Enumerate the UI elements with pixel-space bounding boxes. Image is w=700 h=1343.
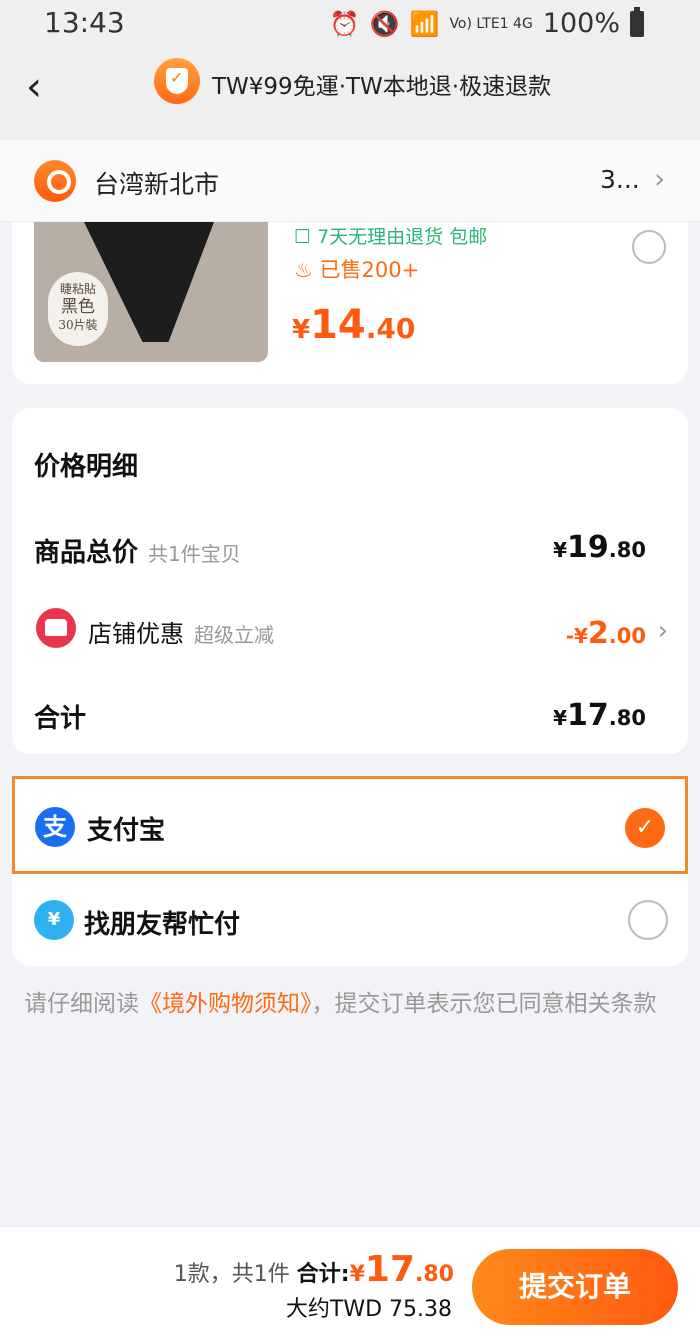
- shield-check-icon: [154, 58, 200, 104]
- product-select-radio[interactable]: [632, 230, 666, 264]
- badge-line: 睫粘貼: [59, 282, 96, 296]
- subtotal-label: 商品总价 共1件宝贝: [34, 532, 241, 569]
- purchase-notice: 请仔细阅读《境外购物须知》，提交订单表示您已同意相关条款: [24, 984, 676, 1024]
- overseas-notice-link[interactable]: 《境外购物须知》: [139, 991, 312, 1017]
- network-indicator: Vo) LTE1 4G: [449, 15, 533, 32]
- location-pin-icon: [34, 160, 76, 202]
- price-decimal: .40: [365, 312, 416, 345]
- promo-text: ☐ 7天无理由退货 包邮: [294, 226, 488, 248]
- amount-integer: 2: [587, 616, 609, 651]
- total-amount: ¥17.80: [553, 698, 646, 733]
- product-image[interactable]: 睫粘貼 黑色 30片裝: [34, 222, 268, 362]
- alarm-icon: ⏰: [329, 9, 360, 38]
- battery-icon: [630, 6, 644, 37]
- amount-symbol: ¥: [553, 538, 568, 562]
- footer-total-label: 合计:: [296, 1262, 350, 1287]
- amount-symbol: ¥: [553, 706, 568, 730]
- total-label: 合计: [34, 704, 87, 734]
- friend-pay-icon: ¥: [34, 900, 74, 940]
- sold-label: 已售200+: [319, 258, 420, 282]
- notice-suffix: ，提交订单表示您已同意相关条款: [311, 991, 657, 1017]
- product-card: 睫粘貼 黑色 30片裝 ☐ 7天无理由退货 包邮 ♨ 已售200+ ¥14.40: [12, 222, 688, 384]
- section-title: 价格明细: [34, 452, 139, 482]
- friend-pay-label[interactable]: 找朋友帮忙付: [84, 904, 240, 941]
- store-discount-amount[interactable]: -¥2.00: [566, 616, 646, 651]
- chevron-right-icon: ›: [654, 162, 666, 195]
- product-image-badge: 睫粘貼 黑色 30片裝: [48, 272, 108, 346]
- page-title: TW¥99免運·TW本地退·极速退款: [212, 74, 552, 100]
- payment-methods-card: 支 支付宝 ✓ ¥ 找朋友帮忙付: [12, 776, 688, 966]
- sold-count: ♨ 已售200+: [294, 258, 420, 282]
- back-button[interactable]: ‹: [26, 64, 42, 110]
- status-time: 13:43: [44, 6, 125, 39]
- order-summary: 1款，共1件 合计:¥17.80: [174, 1249, 454, 1290]
- amount-symbol: ¥: [349, 1262, 365, 1287]
- battery-percent: 100%: [542, 8, 620, 39]
- price-integer: 14: [310, 302, 366, 348]
- checkout-bar: 1款，共1件 合计:¥17.80 大约TWD 75.38 提交订单: [0, 1226, 700, 1343]
- footer-total-amount: ¥17.80: [349, 1249, 454, 1290]
- notice-prefix: 请仔细阅读: [24, 991, 139, 1017]
- alipay-label: 支付宝: [87, 816, 166, 846]
- wifi-icon: 📶: [409, 9, 440, 38]
- twd-estimate: 大约TWD 75.38: [285, 1297, 452, 1322]
- subtotal-amount: ¥19.80: [553, 530, 646, 565]
- store-discount-text: 店铺优惠: [88, 620, 184, 648]
- subtotal-text: 商品总价: [34, 538, 139, 568]
- store-discount-sub: 超级立减: [194, 623, 274, 647]
- price-symbol: ¥: [292, 315, 311, 345]
- amount-symbol: -¥: [565, 624, 588, 648]
- status-bar: 13:43 ⏰ 🔇 📶 Vo) LTE1 4G 100%: [0, 0, 700, 50]
- amount-decimal: .80: [608, 706, 646, 730]
- amount-decimal: .00: [608, 624, 646, 648]
- amount-integer: 17: [567, 698, 609, 733]
- price-details-card: 价格明细 商品总价 共1件宝贝 ¥19.80 店铺优惠 超级立减 -¥2.00 › …: [12, 408, 688, 754]
- payment-option-alipay[interactable]: 支 支付宝 ✓: [12, 776, 688, 874]
- check-icon[interactable]: ✓: [625, 808, 665, 848]
- alipay-icon: 支: [35, 807, 75, 847]
- subtotal-count: 共1件宝贝: [148, 542, 241, 566]
- product-price: ¥14.40: [292, 302, 415, 348]
- friend-pay-radio[interactable]: [628, 900, 668, 940]
- badge-line: 黑色: [61, 297, 95, 317]
- amount-integer: 17: [364, 1249, 416, 1290]
- page-header: ‹ TW¥99免運·TW本地退·极速退款: [0, 50, 700, 140]
- item-count: 1款，共1件: [173, 1262, 290, 1287]
- badge-line: 30片裝: [58, 318, 98, 332]
- address-detail: 3...: [600, 165, 640, 194]
- amount-integer: 19: [567, 530, 609, 565]
- amount-decimal: .80: [608, 538, 646, 562]
- store-discount-label[interactable]: 店铺优惠 超级立减: [88, 614, 274, 649]
- promo-label: 7天无理由退货 包邮: [317, 226, 488, 248]
- amount-decimal: .80: [415, 1262, 454, 1287]
- status-icons: ⏰ 🔇 📶 Vo) LTE1 4G 100%: [329, 6, 644, 39]
- address-text: 台湾新北市: [94, 170, 220, 199]
- submit-order-button[interactable]: 提交订单: [472, 1249, 678, 1325]
- store-icon: [36, 608, 76, 648]
- address-bar[interactable]: 台湾新北市 3... ›: [0, 140, 700, 222]
- chevron-right-icon[interactable]: ›: [658, 616, 668, 646]
- mute-icon: 🔇: [369, 9, 400, 38]
